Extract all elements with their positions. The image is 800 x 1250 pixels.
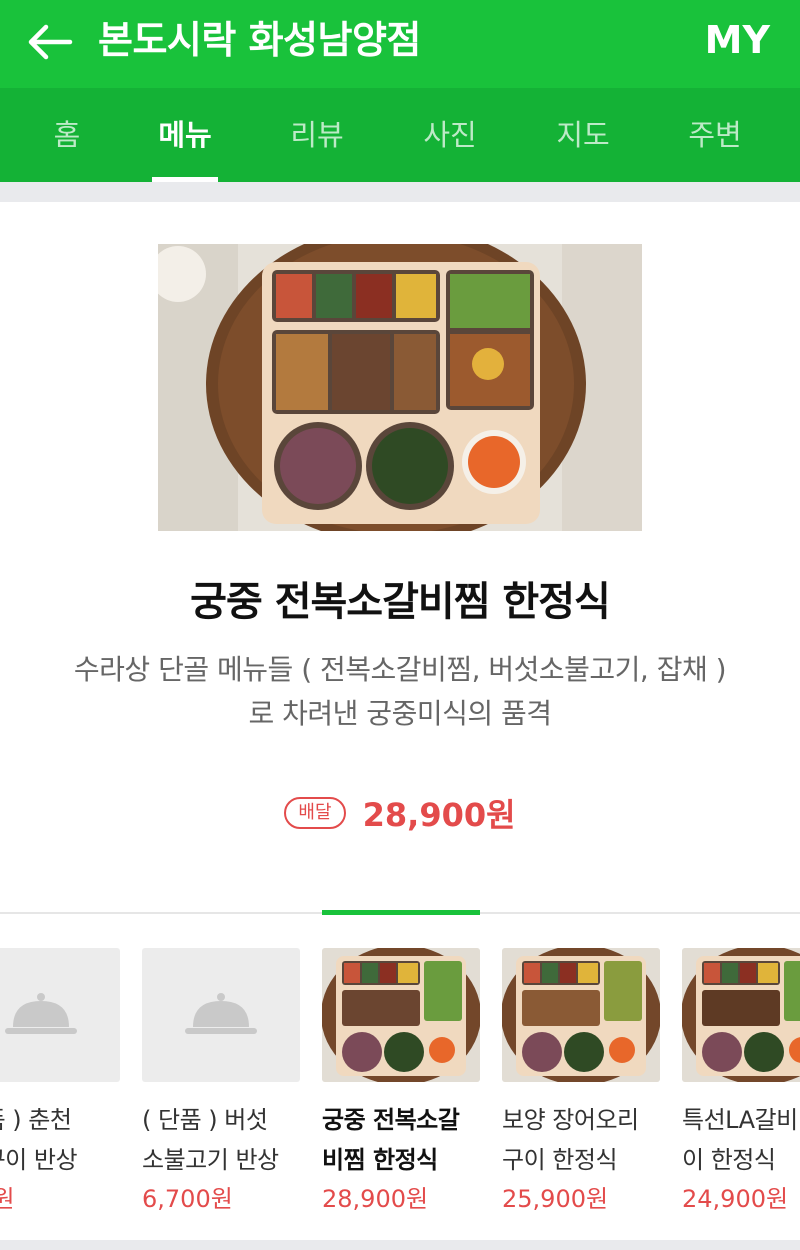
menu-card-image [322, 948, 480, 1082]
menu-card[interactable]: 보양 장어오리 구이 한정식 25,900원 [502, 948, 660, 1216]
delivery-badge: 배달 [284, 797, 346, 829]
tab-nearby[interactable]: 주변 [660, 88, 770, 182]
menu-card-image [682, 948, 800, 1082]
menu-card[interactable]: 단품 ) 춘천닭구이 반상 00원 [0, 948, 120, 1216]
section-divider [0, 182, 800, 202]
menu-card-image [142, 948, 300, 1082]
tab-bar: 홈 메뉴 리뷰 사진 지도 주변 [0, 88, 800, 182]
carousel-active-indicator [322, 910, 480, 915]
cloche-placeholder-icon [185, 993, 257, 1034]
bottom-divider [0, 1240, 800, 1250]
menu-card-price: 24,900원 [682, 1185, 789, 1213]
menu-card[interactable]: 특선LA갈비 이 한정식 24,900원 [682, 948, 800, 1216]
menu-card-price: 00원 [0, 1185, 15, 1213]
menu-price: 28,900원 [362, 796, 516, 834]
cloche-placeholder-icon [5, 993, 77, 1034]
menu-card-selected[interactable]: 궁중 전복소갈 비찜 한정식 28,900원 [322, 948, 480, 1216]
tab-photos[interactable]: 사진 [395, 88, 505, 182]
menu-card-name: ( 단품 ) 버섯 소불고기 반상 [142, 1106, 279, 1174]
tab-menu[interactable]: 메뉴 [130, 88, 240, 182]
menu-card-name: 궁중 전복소갈 비찜 한정식 [322, 1106, 460, 1174]
menu-card-price: 28,900원 [322, 1185, 429, 1213]
menu-card-image [502, 948, 660, 1082]
menu-description: 수라상 단골 메뉴들 ( 전복소갈비찜, 버섯소불고기, 잡채 ) 로 차려낸 … [73, 653, 727, 730]
menu-hero-image[interactable] [158, 244, 642, 531]
menu-card-name: 보양 장어오리 구이 한정식 [502, 1106, 639, 1174]
menu-card-name: 단품 ) 춘천닭구이 반상 [0, 1106, 78, 1174]
menu-card[interactable]: ( 단품 ) 버섯 소불고기 반상 6,700원 [142, 948, 300, 1216]
price-row: 배달 28,900원 [0, 790, 800, 836]
app-header: 본도시락 화성남양점 MY [0, 0, 800, 88]
tab-home[interactable]: 홈 [12, 88, 122, 182]
store-title: 본도시락 화성남양점 [98, 18, 421, 62]
menu-title: 궁중 전복소갈비찜 한정식 [190, 579, 611, 625]
tab-map[interactable]: 지도 [528, 88, 638, 182]
menu-card-price: 25,900원 [502, 1185, 609, 1213]
menu-card-image [0, 948, 120, 1082]
back-arrow-icon[interactable] [22, 16, 78, 68]
my-button[interactable]: MY [705, 14, 770, 66]
tab-reviews[interactable]: 리뷰 [262, 88, 372, 182]
menu-card-name: 특선LA갈비 이 한정식 [682, 1106, 798, 1174]
menu-card-price: 6,700원 [142, 1185, 233, 1213]
